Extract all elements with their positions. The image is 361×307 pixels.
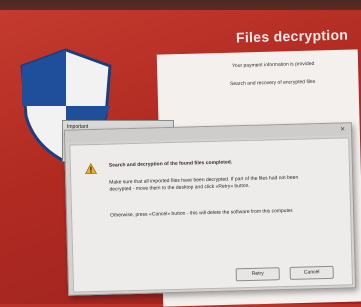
dialog-body: Search and decryption of the found files…: [69, 137, 354, 293]
decryption-complete-dialog: × Search and decryption of the found fil…: [63, 122, 357, 296]
dialog-message-2: Make sure that all imported files have b…: [109, 174, 299, 193]
window-title: Files decryption: [235, 26, 349, 46]
dialog-message-3: Otherwise, press «Cancel» button - this …: [110, 207, 294, 219]
cancel-button[interactable]: Cancel: [289, 265, 334, 280]
close-icon[interactable]: ×: [340, 124, 345, 133]
warning-icon: [85, 162, 98, 175]
dialog-message-1: Search and decryption of the found files…: [108, 159, 233, 169]
retry-button[interactable]: Retry: [235, 267, 280, 282]
